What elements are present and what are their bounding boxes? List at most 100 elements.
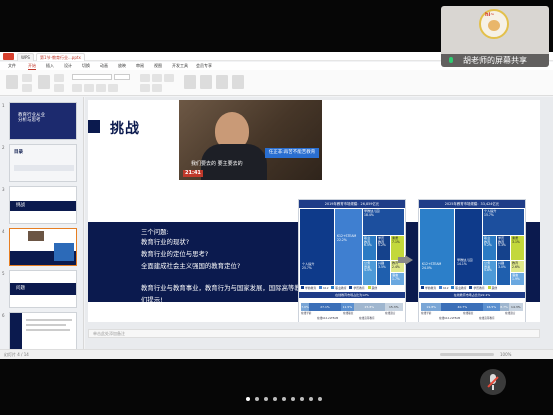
menu-file[interactable]: 文件 <box>8 63 16 69</box>
slide-thumbnail-6[interactable] <box>9 312 77 350</box>
paste-icon[interactable] <box>6 75 18 89</box>
font-size-select[interactable] <box>114 74 130 80</box>
page-dot[interactable] <box>318 397 322 401</box>
thumb-number: 1 <box>2 103 5 108</box>
menu-view[interactable]: 视图 <box>154 63 162 69</box>
market-chart-2025[interactable]: 2025年教育市场规模：33,424亿元 K12+STEAM 24.0% 早教幼… <box>418 199 526 322</box>
thumb-number: 4 <box>2 229 5 234</box>
embedded-video[interactable]: 任正非:再苦不能苦教育 我们要去的 要主要去的 21:41 <box>179 100 322 180</box>
tab-home[interactable]: WPS <box>17 53 34 61</box>
legend-label: 其他 <box>491 286 498 290</box>
page-dot[interactable] <box>246 397 250 401</box>
treemap-cell: 学历 教育 5.2% <box>377 236 390 260</box>
cut-icon[interactable] <box>22 74 32 82</box>
zoom-level[interactable]: 100% <box>500 352 511 357</box>
treemap-cell: 公务 员考 4.5% <box>363 261 376 285</box>
cell-label: 职业 教育 6.5% <box>364 236 372 248</box>
menu-transition[interactable]: 切换 <box>82 63 90 69</box>
thumb-line <box>26 329 70 331</box>
arrow-right-icon <box>405 255 413 265</box>
page-dot[interactable] <box>264 397 268 401</box>
treemap-cell: 兴趣 3.5% <box>377 261 390 285</box>
menu-insert[interactable]: 插入 <box>46 63 54 69</box>
market-chart-2019[interactable]: 2019年教育市场规模：26,859亿元 个人提升 25.7% K12+STEA… <box>298 199 406 322</box>
slide-thumbnail-4[interactable] <box>9 228 77 266</box>
cell-label: K12+STEAM 24.0% <box>422 262 442 270</box>
treemap-cell: K12+STEAM 22.2% <box>335 209 362 285</box>
page-dot[interactable] <box>282 397 286 401</box>
page-dot[interactable] <box>291 397 295 401</box>
numbering-icon[interactable] <box>152 84 162 92</box>
legend-label: 学前教育 <box>305 286 317 290</box>
cell-label: 个人提升 25.7% <box>302 262 315 270</box>
legend-swatch <box>421 286 424 289</box>
slide-title[interactable]: 挑战 <box>110 118 140 138</box>
menu-home[interactable]: 开始 <box>28 63 36 70</box>
slide-thumbnail-1[interactable]: 教育行业从业 分析与思考 <box>9 102 77 140</box>
legend-label: 职业教育 <box>335 286 347 290</box>
slide-counter: 幻灯片 4 / 14 <box>4 352 29 357</box>
align-right-icon[interactable] <box>164 74 174 82</box>
find-icon[interactable] <box>232 75 244 89</box>
ribbon-toolbar <box>0 70 553 96</box>
menu-design[interactable]: 设计 <box>64 63 72 69</box>
cell-label: 公务 员考 4.5% <box>364 261 372 273</box>
cell-label: K12+STEAM 22.2% <box>337 234 357 242</box>
align-center-icon[interactable] <box>152 74 162 82</box>
align-left-icon[interactable] <box>140 74 150 82</box>
treemap-cell: 素质 3.1% <box>511 236 524 260</box>
segment-label: 在线语言 <box>505 312 516 315</box>
menu-animation[interactable]: 动画 <box>100 63 108 69</box>
underline-icon[interactable] <box>96 84 106 92</box>
arrow-shaft <box>398 257 405 263</box>
arrange-icon[interactable] <box>216 75 228 89</box>
segment-label: 在线高等教育 <box>479 317 495 320</box>
textbox-icon[interactable] <box>184 75 196 89</box>
page-dot[interactable] <box>300 397 304 401</box>
layout-icon[interactable] <box>54 74 64 82</box>
menu-developer[interactable]: 开发工具 <box>172 63 188 69</box>
bar-segment: 40.7% <box>441 303 484 311</box>
treemap-cell: 兴趣 3.0% <box>497 261 510 285</box>
mute-mic-button[interactable] <box>480 369 506 395</box>
page-dot[interactable] <box>309 397 313 401</box>
treemap-cell: 公务 员考 4.8% <box>483 261 496 285</box>
new-slide-icon[interactable] <box>38 75 50 89</box>
treemap-cell: 早教幼儿园 18.4% <box>363 209 404 235</box>
page-dot[interactable] <box>273 397 277 401</box>
slide-thumbnail-2[interactable]: 目录 <box>9 144 77 182</box>
italic-icon[interactable] <box>84 84 94 92</box>
tab-document[interactable]: 第1节-教育行业...pptx <box>36 53 85 61</box>
slide-thumbnail-3[interactable]: 挑战 <box>9 186 77 224</box>
thumb-title: 挑战 <box>16 203 25 208</box>
shape-icon[interactable] <box>200 75 212 89</box>
bullets-icon[interactable] <box>140 84 150 92</box>
segment-label: 在线语言 <box>385 312 396 315</box>
current-slide[interactable]: 挑战 任正非:再苦不能苦教育 我们要去的 要主要去的 21:41 三个问题: 教… <box>88 100 540 322</box>
bold-icon[interactable] <box>72 84 82 92</box>
reset-icon[interactable] <box>54 84 64 92</box>
legend-label: 学历教育 <box>353 286 365 290</box>
legend-label: K12 <box>323 286 329 290</box>
online-share-title: 在线教育市场占比为12% <box>299 292 405 298</box>
cell-label: 个人提升 15.7% <box>484 209 497 217</box>
meeting-view: WPS 第1节-教育行业...pptx 文件 开始 插入 设计 切换 动画 放映… <box>0 0 553 415</box>
zoom-slider[interactable] <box>440 353 494 356</box>
legend-swatch <box>319 286 323 289</box>
chart-title: 2019年教育市场规模：26,859亿元 <box>299 200 405 208</box>
wps-logo-icon <box>3 53 14 60</box>
page-dot[interactable] <box>255 397 259 401</box>
copy-icon[interactable] <box>22 84 32 92</box>
body-line: 教育行业的定位与思考? <box>141 250 209 258</box>
font-color-icon[interactable] <box>108 84 118 92</box>
speaker-notes-field[interactable]: 单击此处添加备注 <box>88 329 540 338</box>
menu-review[interactable]: 审阅 <box>136 63 144 69</box>
bar-segment: 25.8% <box>354 303 385 311</box>
font-family-select[interactable] <box>72 74 112 80</box>
thumb-number: 3 <box>2 187 5 192</box>
slide-thumbnail-5[interactable]: 问题 <box>9 270 77 308</box>
menu-member[interactable]: 会员专享 <box>196 63 212 69</box>
presenter-video-tile[interactable]: hi~ 胡老师的屏幕共享 <box>441 6 549 67</box>
menu-slideshow[interactable]: 放映 <box>118 63 126 69</box>
legend-swatch <box>331 286 335 289</box>
